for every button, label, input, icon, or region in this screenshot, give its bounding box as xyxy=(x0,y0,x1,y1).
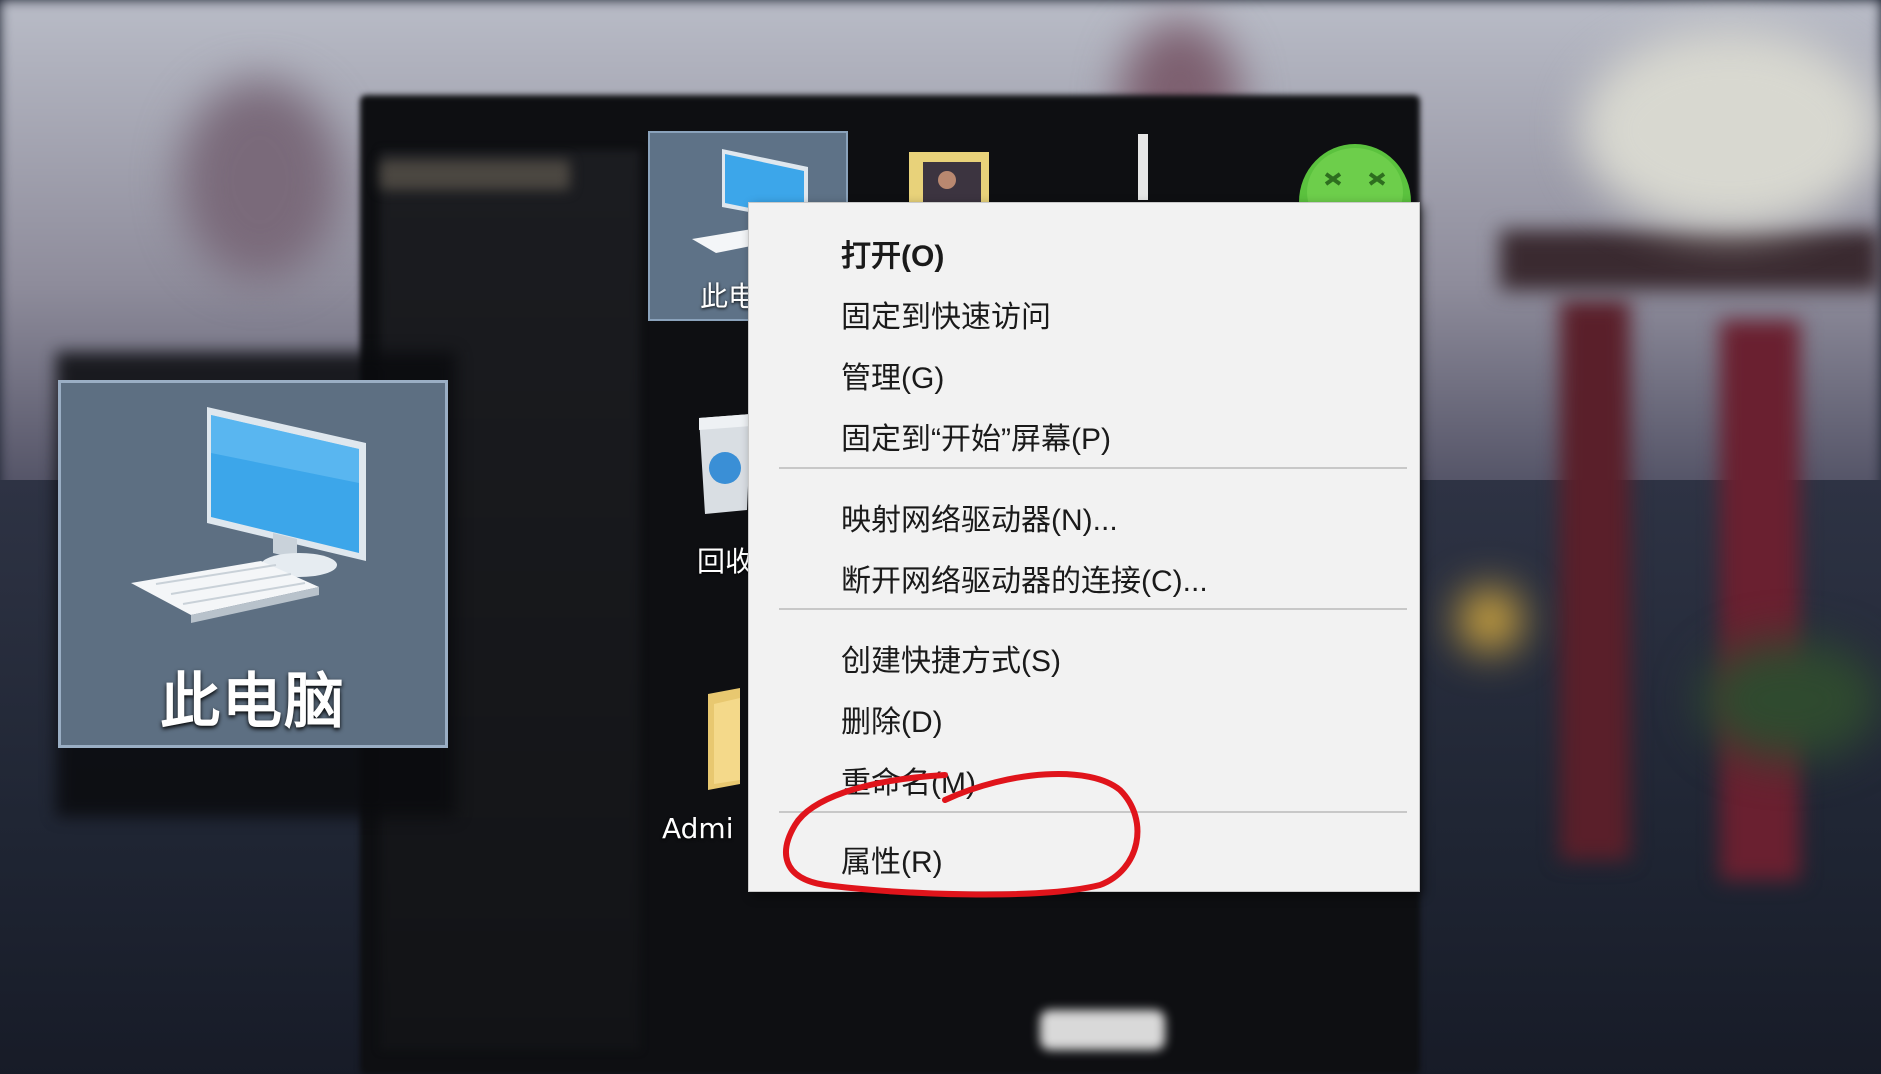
recycle-bin-icon xyxy=(699,414,751,514)
menu-item-pin-start[interactable]: 固定到“开始”屏幕(P) xyxy=(749,404,1419,460)
context-menu: 打开(O) 固定到快速访问 管理(G) 固定到“开始”屏幕(P) 映射网络驱动器… xyxy=(748,202,1420,892)
desktop-icon-green-app[interactable] xyxy=(1296,140,1414,260)
desktop-icon-photo-file[interactable] xyxy=(905,148,995,204)
menu-item-properties[interactable]: 属性(R) xyxy=(749,827,1419,883)
menu-item-map-network-drive[interactable]: 映射网络驱动器(N)... xyxy=(749,485,1419,541)
desktop-icon-user-folder[interactable] xyxy=(700,684,750,794)
menu-item-disconnect-network-drive[interactable]: 断开网络驱动器的连接(C)... xyxy=(749,546,1419,602)
zoomed-this-pc-label: 此电脑 xyxy=(160,667,346,737)
menu-separator xyxy=(779,811,1407,813)
photo-file-icon xyxy=(909,152,989,202)
menu-separator xyxy=(779,608,1407,610)
green-app-icon xyxy=(1299,144,1411,260)
menu-item-pin-quick-access[interactable]: 固定到快速访问 xyxy=(749,282,1419,338)
menu-item-manage[interactable]: 管理(G) xyxy=(749,343,1419,399)
menu-separator xyxy=(779,467,1407,469)
zoomed-this-pc-tile: 此电脑 xyxy=(58,380,448,748)
desktop-icon-recycle-bin[interactable]: 回收 xyxy=(695,410,755,578)
menu-item-create-shortcut[interactable]: 创建快捷方式(S) xyxy=(749,626,1419,682)
desktop-icon-user-folder-label: Admi xyxy=(662,812,734,845)
menu-item-open[interactable]: 打开(O) xyxy=(749,221,1419,277)
menu-item-delete[interactable]: 删除(D) xyxy=(749,687,1419,743)
desktop-icon-thin-file[interactable] xyxy=(1138,134,1148,200)
desktop-icon-recycle-bin-label: 回收 xyxy=(697,545,754,578)
user-folder-icon xyxy=(708,688,740,790)
menu-item-rename[interactable]: 重命名(M) xyxy=(749,748,1419,804)
